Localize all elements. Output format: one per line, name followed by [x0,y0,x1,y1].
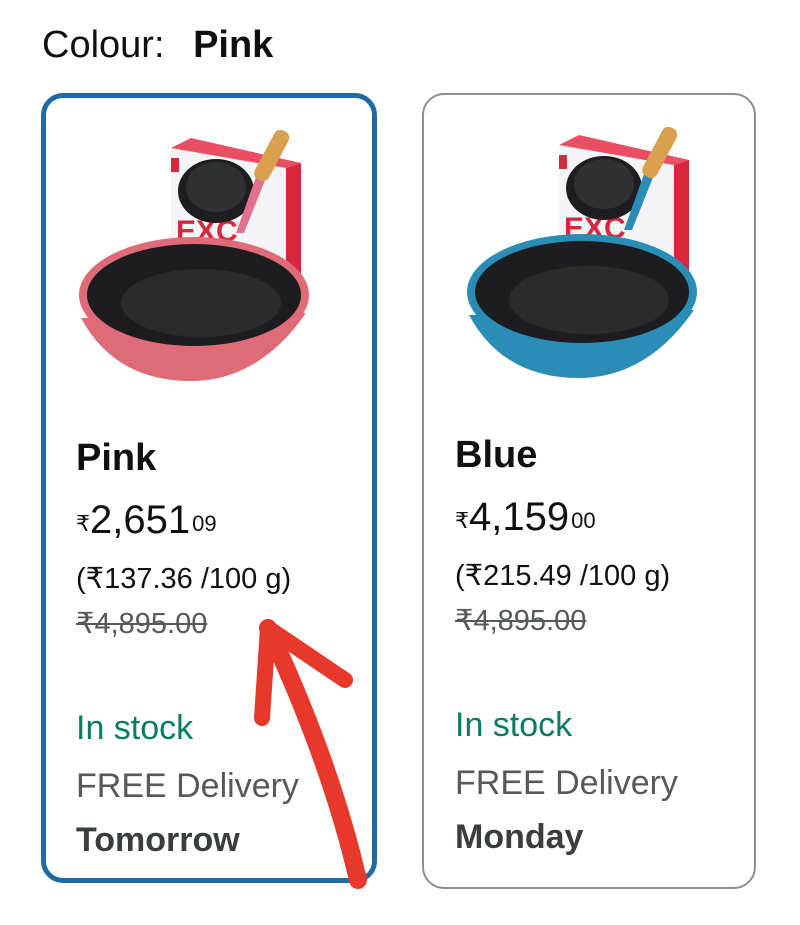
unit-price: (₹137.36 /100 g) [76,563,292,595]
stock-status: In stock [455,706,573,744]
product-image-pink-wok: EXC [79,129,309,382]
unit-price: (₹215.49 /100 g) [455,560,671,592]
delivery-day: Tomorrow [76,821,240,859]
currency-symbol: ₹ [76,511,90,536]
list-price-strikethrough: ₹4,895.00 [76,608,208,640]
colour-selector-heading: Colour: Pink [42,22,273,68]
variant-price: ₹2,65109 [76,496,217,544]
wok-pan [79,237,309,382]
variant-card-blue[interactable]: EXC Blue ₹4,15900 (₹215.49 /100 g) ₹4,89… [422,93,756,889]
colour-value: Pink [193,24,274,66]
variant-name: Blue [455,434,538,476]
variant-card-pink[interactable]: EXC Pink ₹2,65109 (₹137.36 /100 g) ₹4,89… [41,93,377,883]
list-price-strikethrough: ₹4,895.00 [455,605,587,637]
price-whole: 2,651 [90,498,191,542]
variant-name: Pink [76,437,157,479]
price-fraction: 00 [571,508,596,533]
delivery-label: FREE Delivery [76,767,299,805]
price-whole: 4,159 [469,495,570,539]
price-fraction: 09 [192,511,217,536]
product-image-blue-wok: EXC [467,126,697,379]
colour-label: Colour: [42,24,165,66]
wok-pan [467,234,697,379]
variant-price: ₹4,15900 [455,493,596,541]
delivery-day: Monday [455,818,584,856]
currency-symbol: ₹ [455,508,469,533]
stock-status: In stock [76,709,194,747]
delivery-label: FREE Delivery [455,764,678,802]
